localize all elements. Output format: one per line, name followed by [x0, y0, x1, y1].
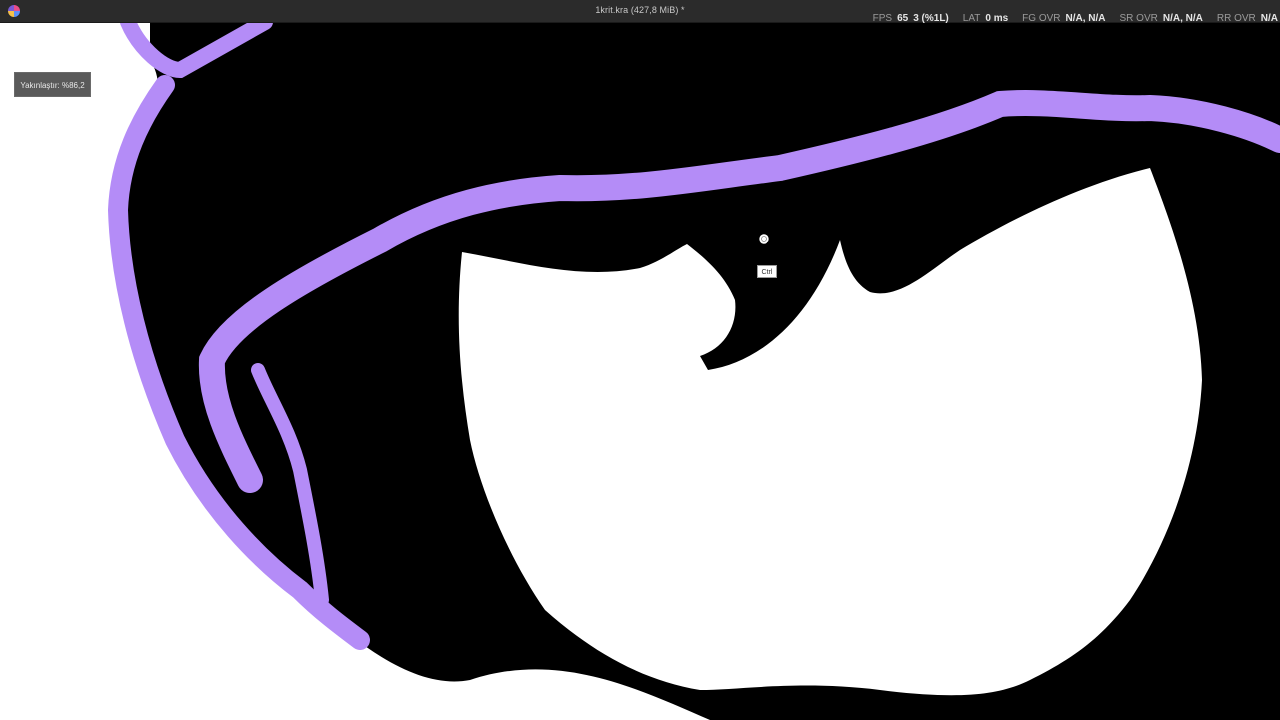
- latency-group: LAT 0 ms: [963, 13, 1008, 24]
- fps-group: FPS 65 3 (%1L): [873, 13, 949, 24]
- fg-value: N/A, N/A: [1065, 13, 1106, 24]
- fps-label: FPS: [872, 13, 893, 24]
- rr-value: N/A: [1260, 13, 1278, 24]
- zoom-level-tooltip: Yakınlaştır: %86,2: [14, 72, 91, 97]
- title-bar: 1krit.kra (427,8 MiB) * FPS 65 3 (%1L) L…: [0, 0, 1280, 24]
- rr-label: RR OVR: [1216, 13, 1256, 24]
- fps-extra: 3 (%1L): [913, 13, 949, 24]
- fg-label: FG OVR: [1022, 13, 1061, 24]
- sr-value: N/A, N/A: [1162, 13, 1203, 24]
- performance-overlay: FPS 65 3 (%1L) LAT 0 ms FG OVR N/A, N/A …: [873, 13, 1278, 24]
- fg-ovr-group: FG OVR N/A, N/A: [1022, 13, 1105, 24]
- zoom-magnifier-icon: [756, 231, 776, 251]
- sr-ovr-group: SR OVR N/A, N/A: [1120, 13, 1203, 24]
- lat-label: LAT: [962, 13, 981, 24]
- drawing-canvas[interactable]: [0, 22, 1280, 720]
- artwork: [0, 22, 1280, 720]
- modifier-key-hint: Ctrl: [757, 265, 777, 278]
- fps-value: 65: [897, 13, 909, 24]
- lat-value: 0 ms: [985, 13, 1009, 24]
- krita-window: 1krit.kra (427,8 MiB) * FPS 65 3 (%1L) L…: [0, 0, 1280, 720]
- sr-label: SR OVR: [1119, 13, 1158, 24]
- rr-ovr-group: RR OVR N/A: [1217, 13, 1278, 24]
